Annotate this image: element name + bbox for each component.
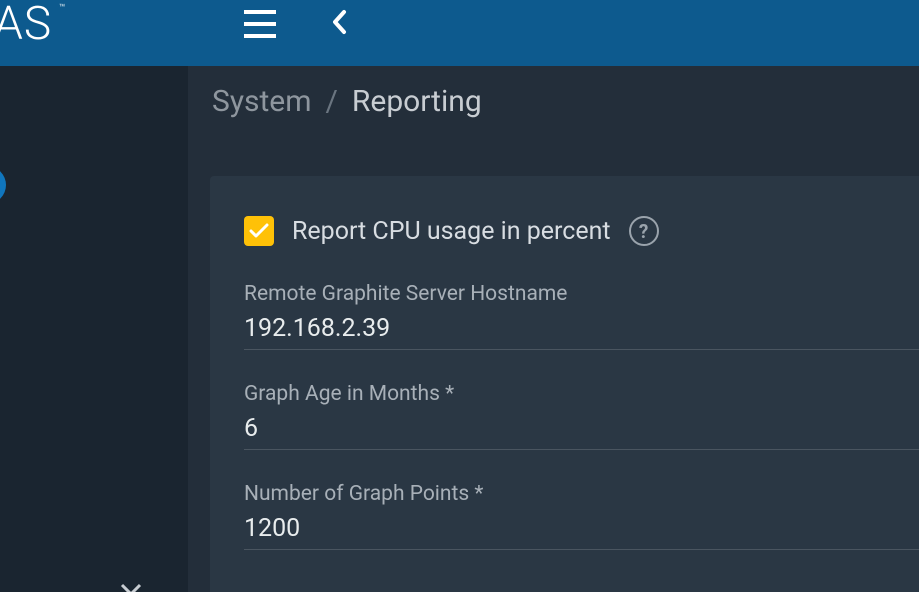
- graph-age-field: Graph Age in Months *: [244, 382, 919, 450]
- logo-trademark: ™: [59, 3, 66, 14]
- logo-text: NAS: [0, 0, 52, 51]
- chevron-down-icon: [120, 583, 142, 592]
- breadcrumb-system[interactable]: System: [212, 84, 312, 119]
- graphite-host-input[interactable]: [244, 312, 919, 350]
- graphite-host-label: Remote Graphite Server Hostname: [244, 282, 919, 306]
- breadcrumb-reporting: Reporting: [352, 84, 482, 119]
- checkmark-icon: [249, 223, 269, 239]
- settings-card: Report CPU usage in percent ? Remote Gra…: [210, 176, 919, 592]
- breadcrumb: System / Reporting: [188, 66, 919, 141]
- logo: NAS™: [0, 0, 52, 51]
- cpu-percent-help-icon[interactable]: ?: [629, 216, 659, 246]
- sidebar-expand-button[interactable]: [120, 582, 142, 592]
- graph-age-label: Graph Age in Months *: [244, 382, 919, 406]
- graph-points-label: Number of Graph Points *: [244, 482, 919, 506]
- graph-points-input[interactable]: [244, 512, 919, 550]
- back-button[interactable]: [330, 8, 348, 40]
- main-content: System / Reporting Report CPU usage in p…: [188, 66, 919, 592]
- graph-points-field: Number of Graph Points *: [244, 482, 919, 550]
- top-bar: NAS ™: [0, 0, 919, 66]
- graph-age-input[interactable]: [244, 412, 919, 450]
- graphite-host-field: Remote Graphite Server Hostname: [244, 282, 919, 350]
- cpu-percent-label: Report CPU usage in percent: [292, 217, 611, 246]
- sidebar: al: [0, 66, 188, 592]
- chevron-left-icon: [330, 8, 348, 36]
- sidebar-active-indicator: [0, 166, 6, 204]
- cpu-percent-row: Report CPU usage in percent ?: [244, 216, 919, 246]
- breadcrumb-separator: /: [326, 84, 338, 119]
- cpu-percent-checkbox[interactable]: [244, 216, 274, 246]
- menu-toggle-button[interactable]: [244, 10, 276, 38]
